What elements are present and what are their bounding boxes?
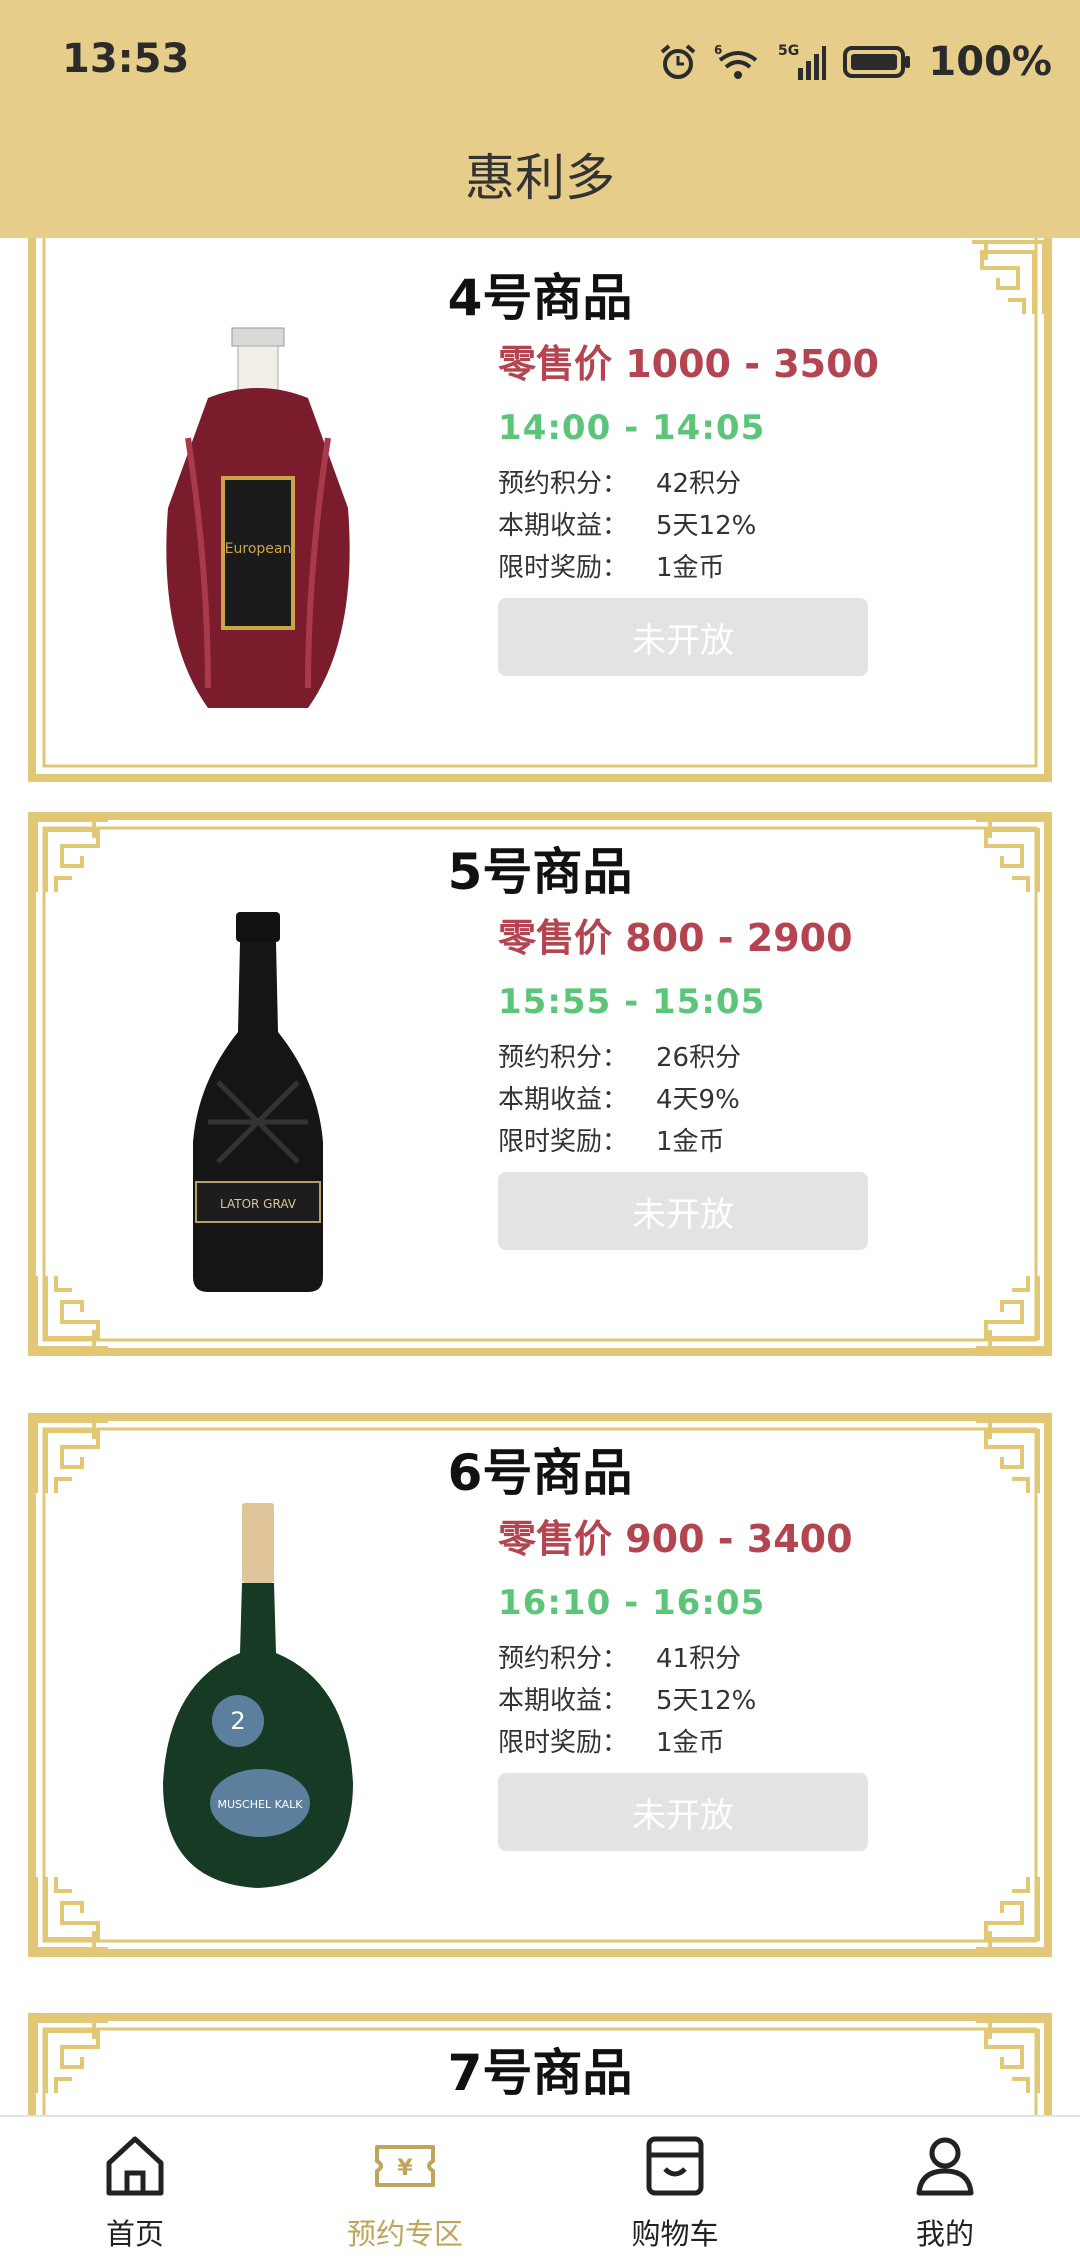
app-title: 惠利多	[465, 149, 615, 207]
nav-profile[interactable]: 我的	[810, 2117, 1080, 2265]
green-bocksbeutel-bottle-image: 2 MUSCHEL KALK	[163, 1503, 353, 1888]
reward-label: 限时奖励：	[498, 1728, 629, 1758]
nav-label: 我的	[915, 2217, 974, 2251]
product-name: 7号商品	[447, 2044, 633, 2102]
income-row: 本期收益： 5天12%	[498, 1680, 756, 1717]
nav-label: 首页	[105, 2217, 164, 2251]
wifi-badge: 6	[714, 43, 722, 57]
nav-home[interactable]: 首页	[0, 2117, 270, 2265]
battery-percent: 100%	[928, 39, 1052, 85]
svg-text:MUSCHEL KALK: MUSCHEL KALK	[218, 1798, 304, 1811]
points-label: 预约积分：	[498, 1644, 629, 1674]
reward-value: 1金币	[656, 553, 725, 583]
nav-label: 预约专区	[346, 2217, 463, 2251]
retail-price: 零售价 900 - 3400	[498, 1517, 853, 1561]
income-value: 4天9%	[656, 1085, 740, 1115]
nav-label: 购物车	[631, 2217, 719, 2251]
income-label: 本期收益：	[498, 511, 629, 541]
not-open-button[interactable]: 未开放	[498, 1773, 868, 1851]
cellular-signal-icon: 5G	[778, 43, 827, 80]
top-bar: 13:53 6 5G 100% 惠利多	[0, 0, 1080, 238]
income-value: 5天12%	[656, 1686, 757, 1716]
income-label: 本期收益：	[498, 1085, 629, 1115]
points-value: 26积分	[656, 1043, 742, 1073]
wifi-icon: 6	[714, 43, 758, 79]
product-card: 4号商品 European 零售价 1000 - 3500 14:00 - 14…	[28, 238, 1052, 782]
alarm-icon	[661, 44, 696, 79]
product-card: 7号商品	[28, 2013, 1052, 2123]
not-open-button[interactable]: 未开放	[498, 1172, 868, 1250]
product-card: 6号商品 2 MUSCHEL KALK 零售价 900 - 3400 16:10…	[28, 1413, 1052, 1957]
reward-row: 限时奖励： 1金币	[498, 547, 725, 584]
points-row: 预约积分： 41积分	[498, 1638, 741, 1675]
points-value: 42积分	[656, 469, 742, 499]
reward-value: 1金币	[656, 1127, 725, 1157]
retail-price: 零售价 1000 - 3500	[498, 342, 879, 386]
points-row: 预约积分： 42积分	[498, 463, 741, 500]
network-type: 5G	[778, 43, 799, 59]
bottom-nav: 首页 ¥ 预约专区 购物车 我的	[0, 2115, 1080, 2265]
nav-reservation[interactable]: ¥ 预约专区	[270, 2117, 540, 2265]
status-time: 13:53	[62, 36, 190, 82]
reward-value: 1金币	[656, 1728, 725, 1758]
status-icons: 6 5G 100%	[658, 34, 1052, 90]
points-label: 预约积分：	[498, 1043, 629, 1073]
reward-label: 限时奖励：	[498, 553, 629, 583]
reservation-time: 15:55 - 15:05	[498, 982, 766, 1022]
retail-price: 零售价 800 - 2900	[498, 916, 853, 960]
points-label: 预约积分：	[498, 469, 629, 499]
income-label: 本期收益：	[498, 1686, 629, 1716]
income-row: 本期收益： 5天12%	[498, 505, 756, 542]
points-row: 预约积分： 26积分	[498, 1037, 741, 1074]
svg-text:2: 2	[230, 1707, 245, 1735]
reward-row: 限时奖励： 1金币	[498, 1121, 725, 1158]
reservation-time: 14:00 - 14:05	[498, 408, 766, 448]
income-row: 本期收益： 4天9%	[498, 1079, 740, 1116]
dark-wine-bottle-image: LATOR GRAV	[193, 912, 323, 1292]
svg-text:¥: ¥	[397, 2156, 413, 2181]
battery-icon	[843, 46, 911, 78]
income-value: 5天12%	[656, 511, 757, 541]
cognac-bottle-image: European	[166, 327, 350, 708]
product-card: 5号商品 LATOR GRAV 零售价 800 - 2900 15:55 - 1…	[28, 812, 1052, 1356]
not-open-button[interactable]: 未开放	[498, 598, 868, 676]
svg-text:European: European	[225, 541, 292, 557]
svg-text:LATOR GRAV: LATOR GRAV	[220, 1197, 297, 1211]
user-icon	[916, 2137, 974, 2196]
nav-cart[interactable]: 购物车	[540, 2117, 810, 2265]
ticket-icon: ¥	[375, 2145, 435, 2187]
store-icon	[646, 2136, 704, 2196]
reward-row: 限时奖励： 1金币	[498, 1722, 725, 1759]
home-icon	[106, 2136, 164, 2196]
reservation-time: 16:10 - 16:05	[498, 1583, 766, 1623]
reward-label: 限时奖励：	[498, 1127, 629, 1157]
points-value: 41积分	[656, 1644, 742, 1674]
